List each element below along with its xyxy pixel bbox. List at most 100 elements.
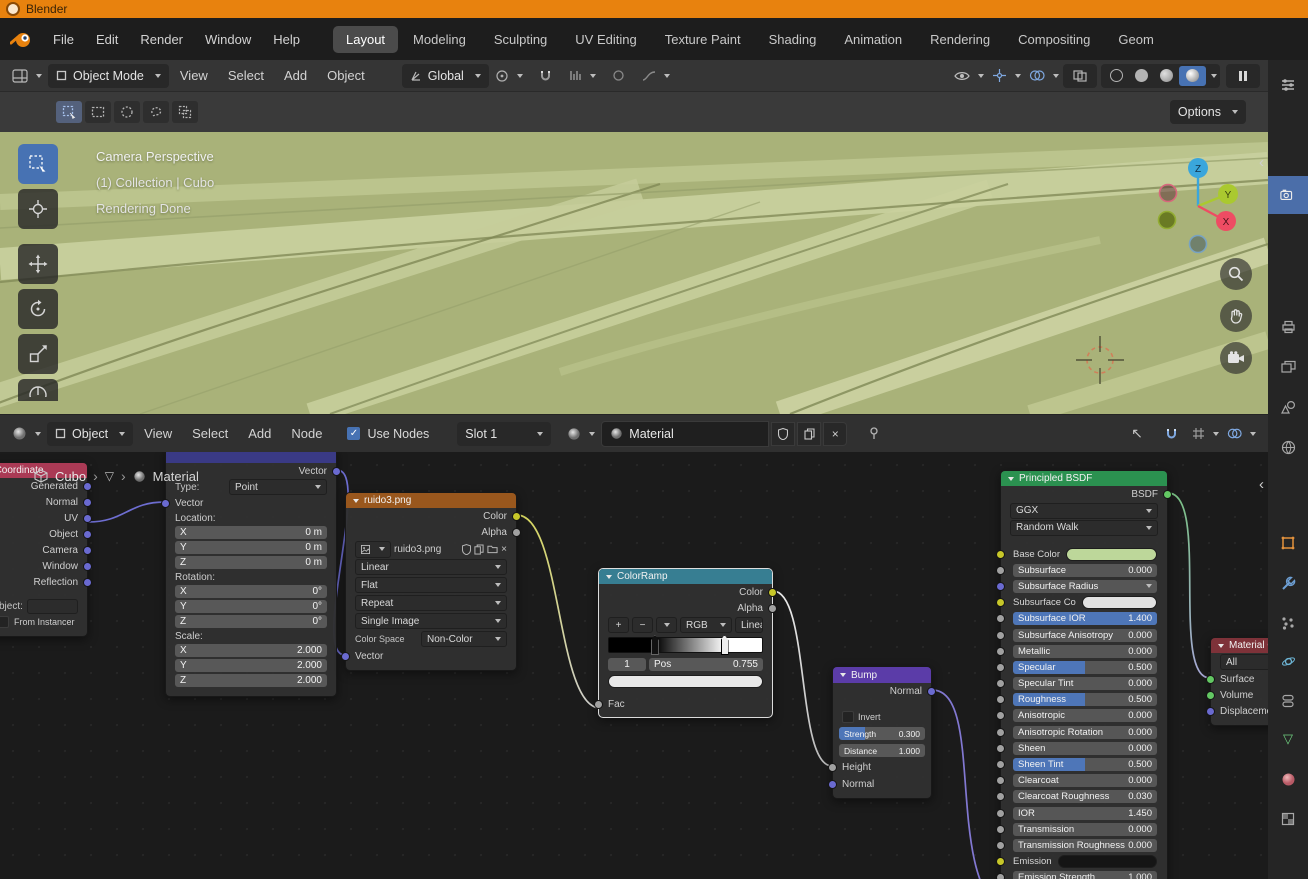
remove-stop-button[interactable]: − (632, 617, 653, 633)
unlink-material-button[interactable]: × (823, 421, 848, 446)
socket-emission[interactable] (996, 857, 1005, 867)
viewport-3d[interactable]: Camera Perspective (1) Collection | Cubo… (0, 132, 1268, 414)
unlink-image-icon[interactable]: × (501, 544, 507, 555)
fake-user-shield-button[interactable] (771, 421, 796, 446)
menu-window[interactable]: Window (194, 26, 262, 53)
shader-type-dropdown[interactable]: Object (47, 421, 134, 446)
source-dropdown[interactable]: Single Image (355, 613, 507, 629)
menu-object[interactable]: Object (318, 68, 374, 83)
tool-move[interactable] (18, 244, 58, 284)
render-pause-button[interactable] (1226, 63, 1260, 88)
node-principled-bsdf[interactable]: Principled BSDF BSDF GGX Random Walk Bas… (996, 470, 1172, 879)
editor-type-button[interactable] (8, 64, 46, 88)
menu-help[interactable]: Help (262, 26, 311, 53)
socket-base-color[interactable] (996, 549, 1005, 559)
shield-icon[interactable] (462, 543, 472, 555)
socket-ior[interactable] (996, 808, 1005, 818)
socket-anisotropic[interactable] (996, 711, 1005, 721)
folder-icon[interactable] (487, 544, 498, 554)
pin-button[interactable] (857, 422, 891, 446)
node-sidebar-expand-arrow[interactable]: ‹ (1259, 476, 1264, 493)
sheen-slider[interactable]: Sheen 0.000 (1013, 741, 1157, 755)
socket-subsurface-radius[interactable] (996, 581, 1005, 591)
tab-rendering[interactable]: Rendering (917, 26, 1003, 53)
node-texture-coordinate[interactable]: Texture Coordinate Generated Normal UV O… (0, 462, 92, 637)
socket-emission-strength[interactable] (996, 873, 1005, 879)
location-z-field[interactable]: Z0 m (175, 556, 327, 569)
select-mode-lasso[interactable] (143, 101, 169, 123)
select-mode-circle[interactable] (114, 101, 140, 123)
subsurface-ior-slider[interactable]: Subsurface IOR 1.400 (1013, 612, 1157, 626)
gizmos-dropdown[interactable] (988, 64, 1025, 88)
socket-uv[interactable] (83, 513, 92, 523)
emission-swatch[interactable] (1057, 855, 1157, 869)
sheen-tint-slider[interactable]: Sheen Tint 0.500 (1013, 758, 1157, 772)
select-mode-intersect[interactable] (172, 101, 198, 123)
scale-x-field[interactable]: X 2.000 (175, 644, 327, 657)
shading-solid-button[interactable] (1129, 69, 1154, 82)
tool-rotate[interactable] (18, 289, 58, 329)
node-material-output[interactable]: Material Output All Surface Volume Displ… (1206, 637, 1268, 726)
node-menu-node[interactable]: Node (282, 426, 331, 441)
socket-vector-in[interactable] (161, 498, 170, 508)
node-snap-toggle[interactable] (1154, 422, 1188, 446)
sidebar-expand-arrow[interactable]: ‹ (1259, 154, 1264, 171)
socket-roughness[interactable] (996, 695, 1005, 705)
specular-tint-slider[interactable]: Specular Tint 0.000 (1013, 677, 1157, 691)
node-editor[interactable]: Cubo › ▽ › Material ‹ Texture Coordinate… (0, 452, 1268, 879)
proportional-editing-toggle[interactable] (602, 64, 636, 88)
pivot-point-button[interactable] (491, 64, 527, 88)
image-filename[interactable]: ruido3.png (394, 544, 459, 555)
rotation-z-field[interactable]: Z 0° (175, 615, 327, 628)
socket-specular-tint[interactable] (996, 679, 1005, 689)
visibility-dropdown[interactable] (950, 64, 988, 88)
zoom-button[interactable] (1220, 258, 1252, 290)
tab-geometry-nodes[interactable]: Geom (1105, 26, 1166, 53)
use-nodes-toggle[interactable]: ✓ Use Nodes (347, 427, 429, 441)
node-overlays-dropdown[interactable] (1223, 422, 1260, 446)
from-instancer-checkbox[interactable] (0, 616, 9, 628)
tab-layout[interactable]: Layout (333, 25, 399, 53)
tab-physics-properties[interactable] (1268, 644, 1308, 678)
socket-anisotropic-rotation[interactable] (996, 727, 1005, 737)
scale-z-field[interactable]: Z 2.000 (175, 674, 327, 687)
properties-editor-type-button[interactable] (1268, 68, 1308, 102)
sss-method-dropdown[interactable]: Random Walk (1010, 519, 1158, 536)
tab-material-properties[interactable] (1268, 762, 1308, 796)
roughness-slider[interactable]: Roughness 0.500 (1013, 693, 1157, 707)
tab-animation[interactable]: Animation (831, 26, 915, 53)
breadcrumb-material[interactable]: Material (153, 469, 199, 484)
options-dropdown[interactable]: Options (1169, 100, 1246, 124)
overlays-dropdown[interactable] (1025, 64, 1063, 88)
socket-metallic[interactable] (996, 646, 1005, 656)
rotation-y-field[interactable]: Y 0° (175, 600, 327, 613)
material-name-field[interactable]: Material (601, 420, 770, 447)
tool-transform[interactable] (18, 379, 58, 401)
socket-vector-in[interactable] (341, 651, 350, 661)
target-dropdown[interactable]: All (1220, 654, 1268, 670)
transmission-slider[interactable]: Transmission 0.000 (1013, 822, 1157, 836)
socket-sheen-tint[interactable] (996, 760, 1005, 770)
socket-normal-out[interactable] (927, 687, 936, 696)
tab-particle-properties[interactable] (1268, 606, 1308, 640)
interpolation-dropdown[interactable]: Linear (355, 559, 507, 575)
tab-scene-properties[interactable] (1268, 390, 1308, 424)
mode-dropdown[interactable]: Object Mode (48, 63, 169, 88)
node-colorramp[interactable]: ColorRamp Color Alpha + − RGB Linear 1 P… (594, 568, 777, 718)
socket-subsurface-ior[interactable] (996, 614, 1005, 624)
node-image-texture[interactable]: ruido3.png Color Alpha ruido3.png × Line… (341, 492, 521, 671)
xray-toggle[interactable] (1063, 63, 1097, 88)
socket-surface-in[interactable] (1206, 674, 1215, 684)
invert-checkbox[interactable] (842, 710, 854, 723)
tab-render-properties[interactable] (1268, 176, 1308, 214)
socket-transmission-roughness[interactable] (996, 840, 1005, 850)
metallic-slider[interactable]: Metallic 0.000 (1013, 644, 1157, 658)
tab-sculpting[interactable]: Sculpting (481, 26, 560, 53)
socket-alpha-out[interactable] (768, 603, 777, 613)
material-browse-dropdown[interactable] (563, 422, 599, 446)
tab-constraint-properties[interactable] (1268, 684, 1308, 718)
tab-texture-properties[interactable] (1268, 802, 1308, 836)
socket-vector-out[interactable] (332, 466, 341, 476)
use-nodes-checkbox[interactable]: ✓ (347, 427, 361, 440)
transmission-roughness-slider[interactable]: Transmission Roughness 0.000 (1013, 838, 1157, 852)
